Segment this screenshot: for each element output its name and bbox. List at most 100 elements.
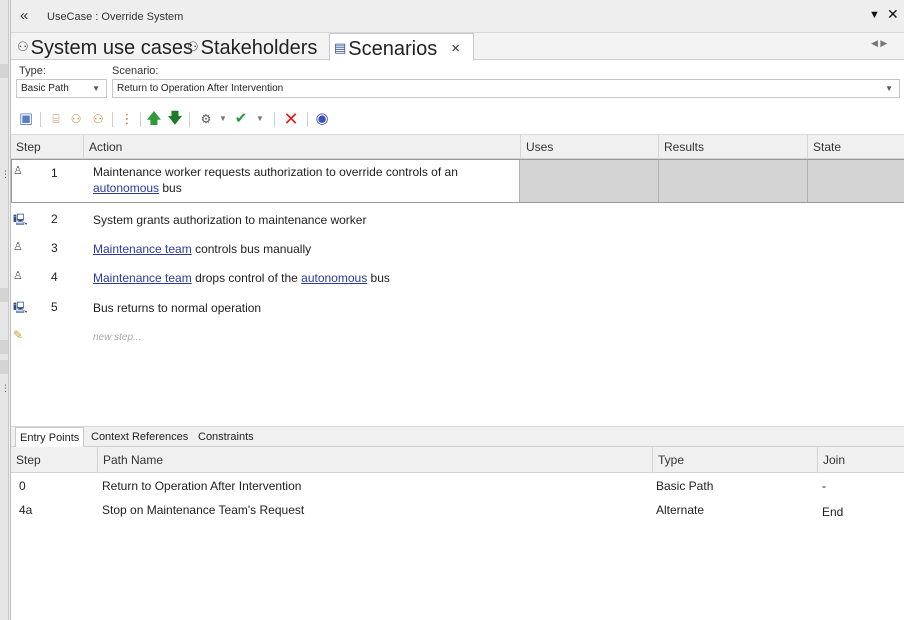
toolbar-separator: [140, 112, 141, 127]
tab-label: Stakeholders: [200, 37, 318, 59]
entry-type: Alternate: [656, 503, 705, 517]
step-action[interactable]: Maintenance worker requests authorizatio…: [93, 164, 493, 196]
step-number: 4: [51, 270, 58, 284]
table-row[interactable]: 🖳 5 Bus returns to normal operation: [11, 299, 904, 319]
entry-path-name: Stop on Maintenance Team's Request: [102, 503, 305, 517]
scenario-panel: « UseCase : Override System ▼ ✕ ⚇ System …: [10, 0, 904, 620]
column-header-step[interactable]: Step: [11, 135, 83, 160]
column-header-state[interactable]: State: [807, 135, 904, 160]
actor-icon: ♙: [13, 241, 23, 253]
chevron-down-icon: ▼: [885, 84, 893, 93]
table-row[interactable]: ♙ 3 Maintenance team controls bus manual…: [11, 240, 904, 260]
entry-join: End: [822, 505, 844, 519]
dock-marker: [0, 340, 8, 354]
new-step-icon: ✎: [13, 328, 24, 342]
glossary-link[interactable]: Maintenance team: [93, 242, 192, 256]
scenario-select-value: Return to Operation After Intervention: [117, 83, 284, 94]
step-action[interactable]: Maintenance team controls bus manually: [93, 241, 311, 257]
move-down-icon[interactable]: 🡇: [166, 110, 184, 128]
dock-grip: ⋮: [1, 169, 10, 179]
glossary-link[interactable]: autonomous: [301, 271, 367, 285]
type-select[interactable]: Basic Path ▼: [16, 79, 107, 98]
generate-diagram-icon[interactable]: ⚙: [197, 110, 215, 128]
actor-icon: ♙: [13, 270, 23, 282]
action-text: drops control of the: [191, 271, 302, 285]
entry-path-name: Return to Operation After Intervention: [102, 479, 302, 493]
type-select-value: Basic Path: [21, 83, 69, 94]
column-header-type[interactable]: Type: [652, 447, 817, 473]
left-dock-strip[interactable]: ⋮ ⋮: [0, 0, 10, 620]
structure-icon[interactable]: ⌸: [47, 110, 65, 128]
entry-type: Basic Path: [656, 479, 714, 493]
insert-actor-step-icon[interactable]: ⚇: [67, 110, 85, 128]
system-icon: 🖳: [13, 302, 28, 314]
tab-system-use-cases[interactable]: ⚇ System use cases: [17, 33, 193, 60]
step-action[interactable]: Bus returns to normal operation: [93, 300, 261, 316]
tab-strip: ⚇ System use cases ⚇ Stakeholders ▤ Scenari…: [11, 33, 904, 61]
toolbar-separator: [112, 112, 113, 127]
validate-check-icon[interactable]: ✔: [232, 110, 250, 128]
column-header-results[interactable]: Results: [658, 135, 807, 160]
steps-table-header: Step Action Uses Results State: [11, 134, 904, 160]
column-header-join[interactable]: Join: [817, 447, 904, 473]
action-text: bus: [367, 271, 390, 285]
tab-scenarios[interactable]: ▤ Scenarios ×: [329, 33, 474, 61]
toolbar-separator: [307, 112, 308, 127]
tab-stakeholders[interactable]: ⚇ Stakeholders: [187, 33, 317, 60]
column-header-uses[interactable]: Uses: [520, 135, 658, 160]
action-text: controls bus manually: [191, 242, 312, 256]
dock-marker: [0, 360, 8, 374]
step-action[interactable]: System grants authorization to maintenan…: [93, 212, 366, 228]
table-row[interactable]: ♙ 1 Maintenance worker requests authoriz…: [11, 164, 904, 204]
dock-grip: ⋮: [1, 383, 10, 393]
indent-icon[interactable]: ⋮: [118, 110, 136, 128]
help-icon[interactable]: ◉: [313, 110, 331, 128]
system-icon: 🖳: [13, 214, 28, 226]
chevron-down-icon[interactable]: ▼: [214, 110, 232, 128]
step-number: 2: [51, 212, 58, 226]
save-icon[interactable]: ▣: [17, 110, 35, 128]
column-header-action[interactable]: Action: [83, 135, 520, 160]
entry-step: 4a: [19, 503, 33, 517]
tab-scroll-icon[interactable]: ◀ ▶: [871, 38, 887, 49]
tab-context-references[interactable]: Context References: [87, 427, 192, 448]
type-label: Type:: [19, 65, 46, 77]
bottom-tab-strip: Entry Points Context References Constrai…: [11, 426, 904, 449]
column-header-path-name[interactable]: Path Name: [97, 447, 650, 473]
scenario-select[interactable]: Return to Operation After Intervention ▼: [112, 79, 900, 98]
app-root: ⋮ ⋮ « UseCase : Override System ▼ ✕ ⚇ Sys…: [0, 0, 904, 620]
tab-constraints[interactable]: Constraints: [194, 427, 258, 448]
tab-entry-points[interactable]: Entry Points: [15, 427, 85, 449]
list-icon: ▤: [334, 40, 347, 55]
move-up-icon[interactable]: 🡅: [145, 110, 163, 128]
chevron-down-icon[interactable]: ▼: [251, 110, 269, 128]
window-title: UseCase : Override System: [47, 11, 184, 23]
chevron-down-icon: ▼: [92, 84, 100, 93]
entry-table-header: Step Path Name Type Join: [11, 447, 904, 473]
action-text: bus: [159, 181, 182, 195]
close-icon[interactable]: ✕: [887, 6, 899, 23]
step-number: 3: [51, 241, 58, 255]
entry-join: -: [822, 479, 826, 493]
column-header-step[interactable]: Step: [11, 447, 94, 473]
step-action[interactable]: Maintenance team drops control of the au…: [93, 270, 390, 286]
double-chevron-left-icon[interactable]: «: [20, 7, 28, 24]
dock-marker: [0, 288, 8, 302]
stakeholder-icon: ⚇: [187, 39, 199, 54]
toolbar-separator: [274, 112, 275, 127]
glossary-link[interactable]: Maintenance team: [93, 271, 192, 285]
table-row[interactable]: ♙ 4 Maintenance team drops control of th…: [11, 269, 904, 289]
table-row[interactable]: 0 Return to Operation After Intervention…: [11, 479, 904, 497]
tab-close-icon[interactable]: ×: [451, 40, 460, 57]
new-step-input[interactable]: new step...: [93, 332, 141, 343]
table-row[interactable]: 🖳 2 System grants authorization to maint…: [11, 211, 904, 231]
triangle-down-icon[interactable]: ▼: [869, 9, 880, 21]
tab-label: System use cases: [30, 37, 193, 59]
glossary-link[interactable]: autonomous: [93, 181, 159, 195]
entry-step: 0: [19, 479, 26, 493]
insert-system-step-icon[interactable]: ⚇: [89, 110, 107, 128]
toolbar-separator: [189, 112, 190, 127]
table-row[interactable]: 4a Stop on Maintenance Team's Request Al…: [11, 503, 904, 521]
delete-icon[interactable]: ✕: [282, 110, 300, 128]
scenario-toolbar: ▣ ⌸ ⚇ ⚇ ⋮ 🡅 🡇 ⚙ ▼ ✔ ▼ ✕ ◉: [11, 104, 904, 134]
